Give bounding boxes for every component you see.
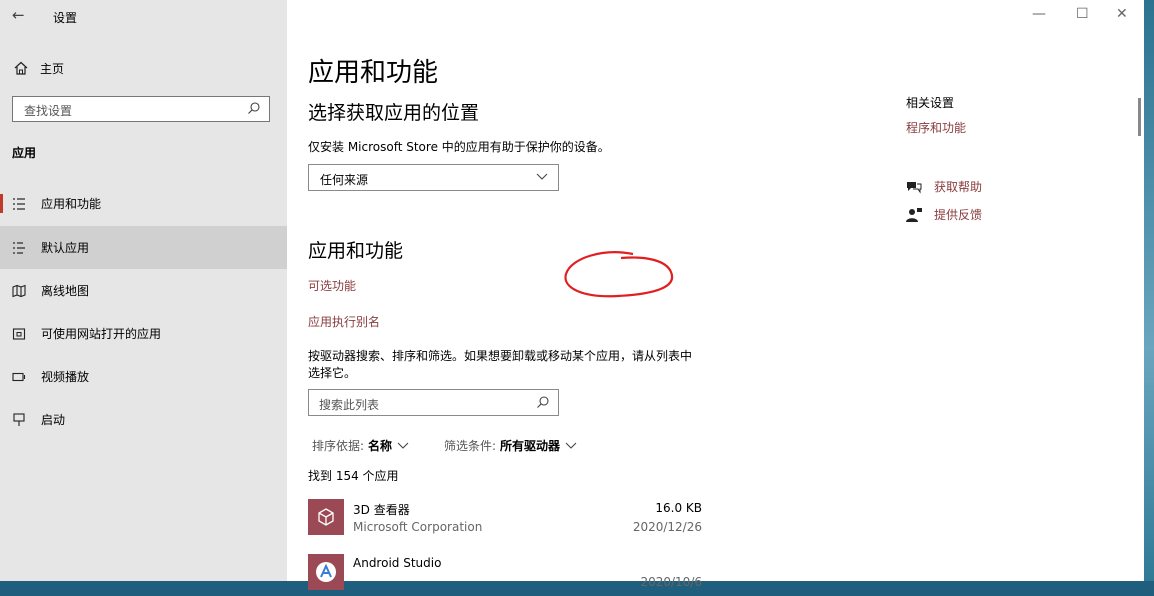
app-name: 3D 查看器 [353, 503, 410, 517]
optional-features-link[interactable]: 可选功能 [308, 277, 356, 294]
choose-location-description: 仅安装 Microsoft Store 中的应用有助于保护你的设备。 [308, 140, 610, 154]
window-title: 设置 [53, 11, 78, 25]
choose-location-heading: 选择获取应用的位置 [308, 102, 480, 124]
sidebar-item-apps-features[interactable]: 应用和功能 [0, 182, 287, 225]
title-bar: ← 设置 [0, 0, 287, 32]
back-arrow-icon[interactable]: ← [12, 6, 25, 24]
sidebar-item-video-playback[interactable]: 视频播放 [0, 355, 287, 398]
give-feedback-label: 提供反馈 [934, 208, 983, 222]
sidebar-item-startup[interactable]: 启动 [0, 398, 287, 441]
sidebar-item-offline-maps[interactable]: 离线地图 [0, 269, 287, 312]
sidebar-item-label: 可使用网站打开的应用 [41, 327, 162, 341]
nav-home-label: 主页 [40, 61, 65, 76]
app-date: 2020/12/26 [632, 520, 702, 534]
app-size: 16.0 KB [655, 501, 702, 515]
settings-window: ← 设置 主页 查找设置 应用 应用和功能 默认应用 离线地图 可使用网站打开的… [0, 0, 1144, 590]
selection-accent [0, 194, 3, 213]
android-studio-icon [308, 554, 344, 590]
sidebar-item-apps-for-websites[interactable]: 可使用网站打开的应用 [0, 312, 287, 355]
main-content: — ☐ ✕ 应用和功能 选择获取应用的位置 仅安装 Microsoft Stor… [287, 0, 1144, 590]
app-list-search-input[interactable]: 搜索此列表 [308, 389, 559, 416]
chevron-down-icon [565, 442, 577, 449]
startup-icon [12, 412, 26, 427]
app-list-item[interactable]: 3D 查看器 Microsoft Corporation 16.0 KB 202… [308, 499, 708, 541]
apps-found-count: 找到 154 个应用 [308, 469, 399, 483]
search-icon[interactable] [247, 101, 261, 115]
sidebar: ← 设置 主页 查找设置 应用 应用和功能 默认应用 离线地图 可使用网站打开的… [0, 0, 287, 581]
filter-label: 筛选条件: [444, 439, 497, 453]
sidebar-item-default-apps[interactable]: 默认应用 [0, 226, 287, 269]
app-date: 2020/10/6 [640, 575, 702, 589]
give-feedback-link[interactable]: 提供反馈 [906, 206, 982, 223]
close-icon[interactable]: ✕ [1116, 6, 1128, 22]
app-list-item[interactable]: Android Studio 2020/10/6 [308, 554, 708, 596]
video-playback-icon [12, 370, 26, 384]
sidebar-item-label: 默认应用 [41, 241, 90, 255]
sort-dropdown[interactable]: 排序依据: 名称 [312, 437, 410, 454]
app-aliases-link[interactable]: 应用执行别名 [308, 313, 380, 330]
filter-value: 所有驱动器 [500, 439, 561, 453]
programs-features-link[interactable]: 程序和功能 [906, 119, 966, 136]
sidebar-item-label: 视频播放 [41, 370, 90, 384]
sidebar-item-label: 离线地图 [41, 284, 90, 298]
apps-description-line2: 选择它。 [308, 366, 357, 380]
apps-features-heading: 应用和功能 [308, 240, 404, 262]
dropdown-value: 任何来源 [320, 173, 369, 187]
app-publisher: Microsoft Corporation [353, 520, 483, 534]
get-help-label: 获取帮助 [934, 180, 983, 194]
search-icon[interactable] [536, 395, 550, 409]
settings-search-placeholder: 查找设置 [24, 104, 73, 118]
scrollbar-thumb[interactable] [1138, 98, 1141, 136]
offline-maps-icon [12, 284, 26, 298]
help-chat-icon [907, 181, 922, 194]
get-help-link[interactable]: 获取帮助 [906, 178, 982, 195]
apps-description-line1: 按驱动器搜索、排序和筛选。如果想要卸载或移动某个应用，请从列表中 [308, 349, 693, 363]
nav-home[interactable]: 主页 [14, 58, 64, 78]
apps-for-websites-icon [12, 327, 26, 341]
default-apps-icon [12, 241, 26, 255]
sidebar-section-apps: 应用 [12, 146, 37, 160]
desktop-background [1144, 0, 1154, 581]
red-annotation-circle [564, 251, 674, 298]
settings-search-input[interactable]: 查找设置 [12, 96, 270, 122]
chevron-down-icon [536, 173, 548, 180]
minimize-icon[interactable]: — [1032, 6, 1046, 22]
chevron-down-icon [397, 442, 409, 449]
sort-value: 名称 [368, 439, 393, 453]
related-settings-title: 相关设置 [906, 96, 955, 110]
page-title: 应用和功能 [308, 58, 439, 88]
sort-label: 排序依据: [312, 439, 365, 453]
home-icon [14, 61, 28, 75]
apps-features-icon [12, 197, 26, 211]
sidebar-item-label: 启动 [41, 413, 66, 427]
app-source-dropdown[interactable]: 任何来源 [308, 164, 559, 191]
filter-dropdown[interactable]: 筛选条件: 所有驱动器 [444, 437, 578, 454]
feedback-person-icon [906, 207, 922, 222]
maximize-icon[interactable]: ☐ [1076, 6, 1089, 22]
sidebar-item-label: 应用和功能 [41, 197, 102, 211]
app-list-search-placeholder: 搜索此列表 [319, 398, 380, 412]
app-name: Android Studio [353, 556, 442, 570]
3d-viewer-icon [308, 499, 344, 535]
